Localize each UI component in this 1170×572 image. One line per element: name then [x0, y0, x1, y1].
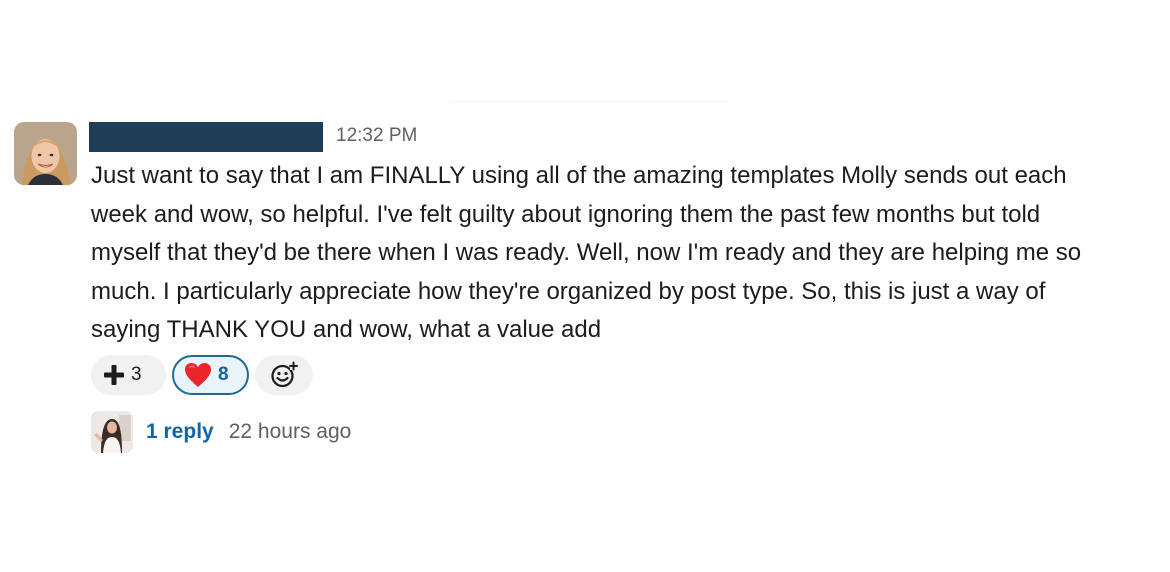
reply-count-link[interactable]: 1 reply [146, 420, 214, 444]
reaction-heart[interactable]: 8 [172, 355, 249, 395]
message-timestamp[interactable]: 12:32 PM [336, 125, 417, 147]
replier-avatar[interactable] [91, 411, 133, 453]
divider [450, 101, 730, 102]
message-line: saying THANK YOU and wow, what a value a… [91, 316, 602, 343]
plus-icon [103, 364, 125, 386]
replier-avatar-image [91, 411, 133, 453]
add-emoji-icon [270, 361, 298, 389]
author-name-redacted [89, 122, 323, 152]
author-avatar[interactable] [14, 122, 77, 185]
message-body: Just want to say that I am FINALLY using… [91, 157, 1166, 350]
message-line: Just want to say that I am FINALLY using… [91, 162, 1067, 189]
reaction-bar: 3 8 [91, 355, 313, 395]
author-avatar-image [14, 122, 77, 185]
red-heart-icon [184, 362, 212, 388]
reaction-plus-one[interactable]: 3 [91, 355, 166, 395]
add-reaction-button[interactable] [255, 355, 313, 395]
message-line: myself that they'd be there when I was r… [91, 239, 1082, 266]
last-reply-time: 22 hours ago [228, 420, 352, 443]
message-line: week and wow, so helpful. I've felt guil… [91, 200, 1041, 228]
reaction-count: 3 [131, 364, 142, 385]
reaction-count: 8 [218, 364, 229, 385]
thread-summary[interactable]: 1 reply 22 hours ago [91, 411, 351, 453]
message-line: much. I particularly appreciate how they… [91, 277, 1046, 305]
